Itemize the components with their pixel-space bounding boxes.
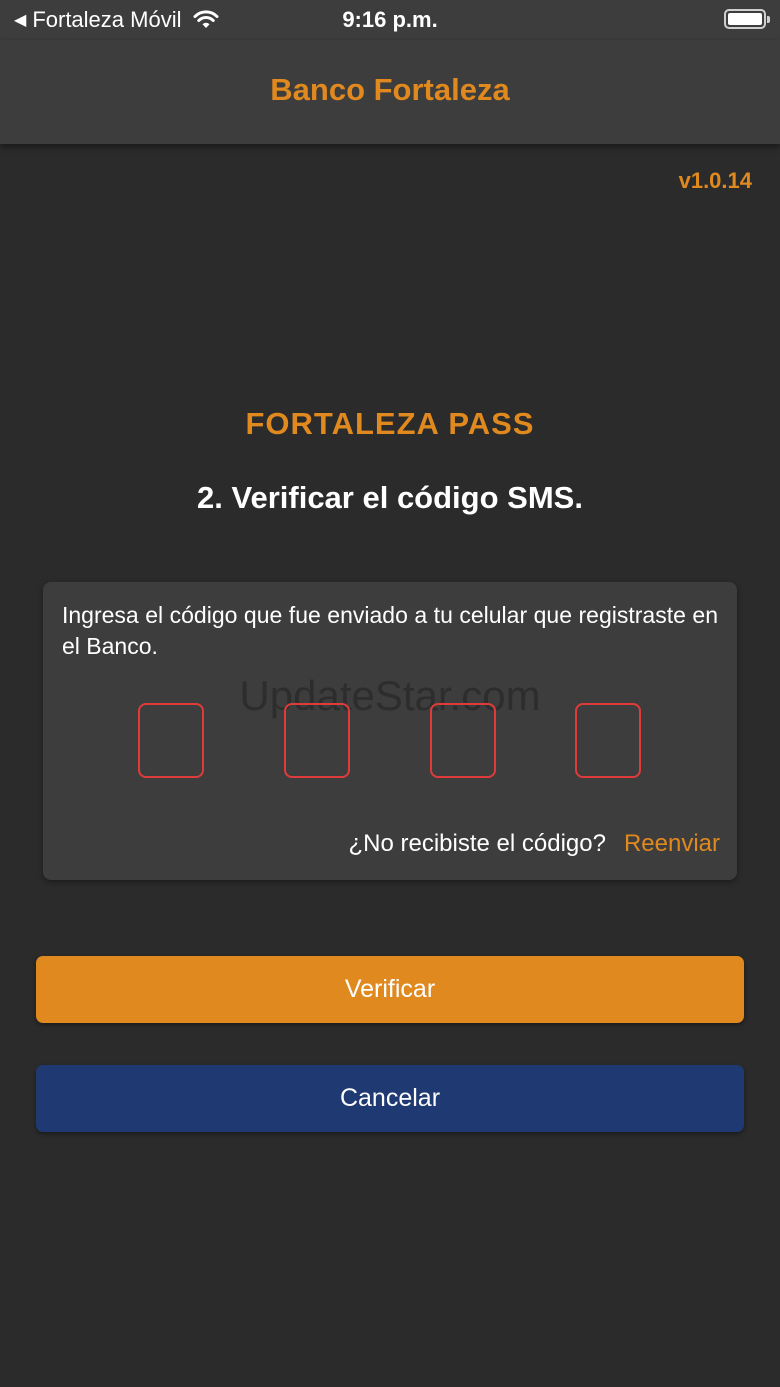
- status-time: 9:16 p.m.: [342, 7, 438, 32]
- step-title: 2. Verificar el código SMS.: [197, 480, 583, 515]
- code-digit-3-input[interactable]: [430, 703, 496, 778]
- resend-link[interactable]: Reenviar: [624, 830, 720, 857]
- verification-card: Ingresa el código que fue enviado a tu c…: [43, 582, 737, 880]
- brand-title: FORTALEZA PASS: [245, 406, 535, 441]
- code-digit-1-input[interactable]: [138, 703, 204, 778]
- version-label: v1.0.14: [678, 168, 752, 193]
- status-bar: ◀ Fortaleza Móvil 9:16 p.m.: [0, 0, 780, 40]
- code-digit-2-input[interactable]: [284, 703, 350, 778]
- verify-button[interactable]: Verificar: [36, 956, 744, 1023]
- cancel-button[interactable]: Cancelar: [36, 1065, 744, 1132]
- code-digit-4-input[interactable]: [575, 703, 641, 778]
- battery-icon: [724, 9, 770, 29]
- nav-bar: Banco Fortaleza: [0, 40, 780, 144]
- resend-row: ¿No recibiste el código? Reenviar: [348, 830, 720, 858]
- instruction-text: Ingresa el código que fue enviado a tu c…: [62, 602, 718, 659]
- resend-question: ¿No recibiste el código?: [348, 830, 606, 857]
- page-title: Banco Fortaleza: [270, 72, 510, 107]
